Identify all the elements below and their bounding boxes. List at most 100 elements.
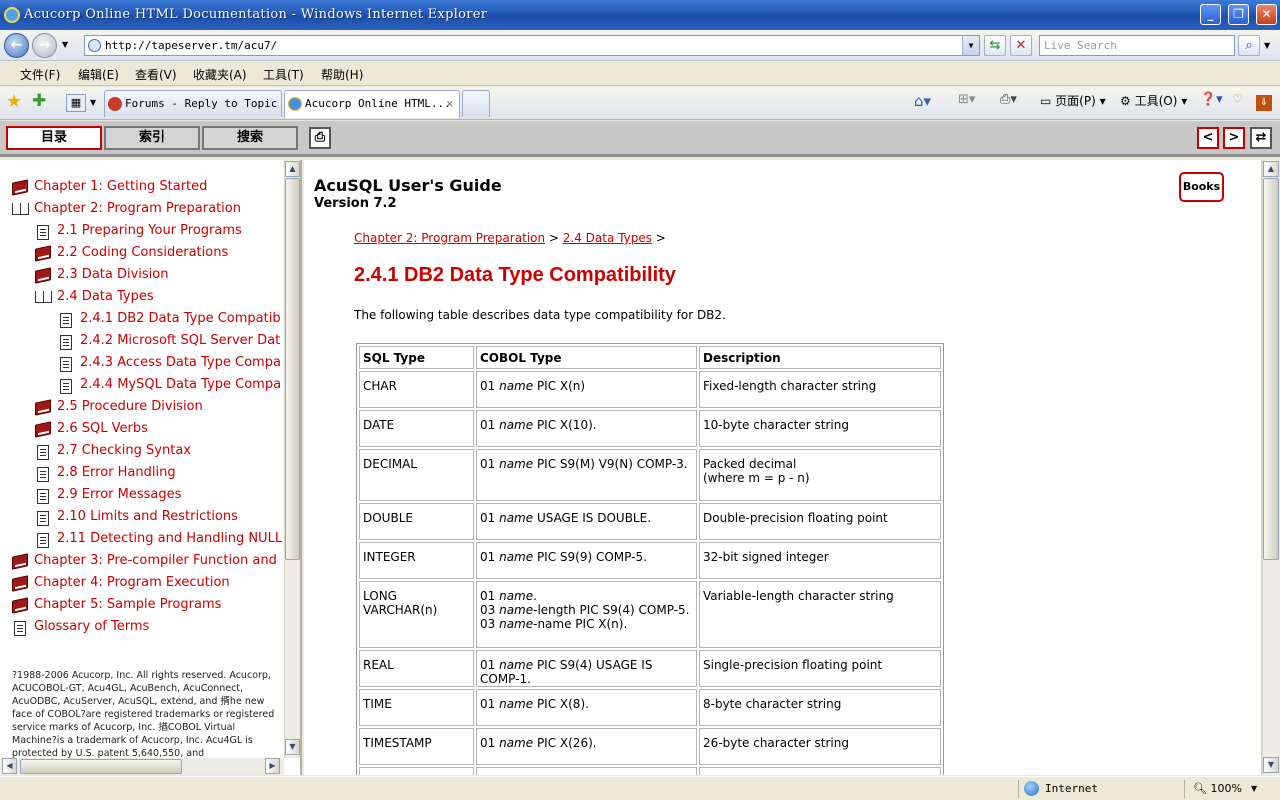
page-icon[interactable] xyxy=(37,445,49,460)
sync-toc-button[interactable]: ⇄ xyxy=(1250,127,1272,149)
page-menu[interactable]: ▭ 页面(P) ▾ xyxy=(1040,92,1106,109)
scroll-down-arrow-icon[interactable]: ▼ xyxy=(1263,757,1279,773)
toc-item[interactable]: Chapter 5: Sample Programs xyxy=(34,597,221,612)
menu-edit[interactable]: 编辑(E) xyxy=(78,66,119,83)
page-icon[interactable] xyxy=(60,313,72,328)
toc-item[interactable]: 2.3 Data Division xyxy=(57,267,168,282)
scroll-up-arrow-icon[interactable]: ▲ xyxy=(1263,161,1279,177)
address-dropdown-icon[interactable]: ▼ xyxy=(962,36,979,55)
page-icon[interactable] xyxy=(14,621,26,636)
toc-item[interactable]: 2.4.4 MySQL Data Type Compa xyxy=(80,377,281,392)
search-options-dropdown-icon[interactable]: ▼ xyxy=(1264,41,1270,50)
print-topic-button[interactable]: ⎙ xyxy=(309,127,331,149)
next-topic-button[interactable]: > xyxy=(1223,127,1245,149)
stop-button[interactable]: ✕ xyxy=(1010,35,1032,56)
toc-item[interactable]: 2.8 Error Handling xyxy=(57,465,176,480)
hscroll-thumb[interactable] xyxy=(20,759,182,774)
toc-item[interactable]: Chapter 1: Getting Started xyxy=(34,179,207,194)
menu-file[interactable]: 文件(F) xyxy=(20,66,60,83)
toc-item[interactable]: 2.4 Data Types xyxy=(57,289,154,304)
closed-book-icon[interactable] xyxy=(35,421,51,438)
closed-book-icon[interactable] xyxy=(12,575,28,592)
feeds-icon[interactable]: ⊞▾ xyxy=(958,92,975,107)
favorites-star-icon[interactable]: ★ xyxy=(6,91,22,112)
closed-book-icon[interactable] xyxy=(35,399,51,416)
minimize-button[interactable]: _ xyxy=(1200,4,1221,25)
toc-item[interactable]: 2.10 Limits and Restrictions xyxy=(57,509,238,524)
close-window-button[interactable]: ✕ xyxy=(1256,4,1277,25)
closed-book-icon[interactable] xyxy=(35,245,51,262)
menu-help[interactable]: 帮助(H) xyxy=(321,66,363,83)
tab-list-dropdown-icon[interactable]: ▼ xyxy=(90,98,96,107)
tools-menu[interactable]: ⚙ 工具(O) ▾ xyxy=(1120,92,1187,109)
toc-item[interactable]: Chapter 3: Pre-compiler Function and xyxy=(34,553,277,568)
forward-button[interactable]: → xyxy=(32,33,57,58)
zoom-level[interactable]: 🔍︎ 100% ▼ xyxy=(1184,780,1264,798)
scroll-right-arrow-icon[interactable]: ▶ xyxy=(265,758,280,774)
tab-acucorp[interactable]: Acucorp Online HTML... ✕ xyxy=(284,90,460,118)
tab-index[interactable]: 索引 xyxy=(104,126,200,150)
scroll-down-arrow-icon[interactable]: ▼ xyxy=(285,739,300,755)
back-button[interactable]: ← xyxy=(4,33,29,58)
scroll-up-arrow-icon[interactable]: ▲ xyxy=(285,161,300,177)
toc-item[interactable]: 2.6 SQL Verbs xyxy=(57,421,148,436)
toc-item[interactable]: 2.7 Checking Syntax xyxy=(57,443,191,458)
breadcrumb-link-data-types[interactable]: 2.4 Data Types xyxy=(563,231,652,245)
toc-item[interactable]: 2.1 Preparing Your Programs xyxy=(57,223,242,238)
toc-item[interactable]: 2.9 Error Messages xyxy=(57,487,181,502)
security-zone[interactable]: Internet xyxy=(1018,780,1178,798)
toc-item[interactable]: 2.11 Detecting and Handling NULL xyxy=(57,531,282,546)
page-icon[interactable] xyxy=(37,511,49,526)
addon-icon[interactable]: ⇓ xyxy=(1256,95,1272,111)
new-tab-button[interactable] xyxy=(462,90,490,117)
refresh-button[interactable]: ⇆ xyxy=(984,35,1006,56)
help-icon[interactable]: ❓▾ xyxy=(1200,92,1223,107)
zoom-dropdown-icon[interactable]: ▼ xyxy=(1251,780,1257,798)
close-tab-icon[interactable]: ✕ xyxy=(446,91,453,116)
research-icon[interactable]: ♡ xyxy=(1232,92,1243,106)
page-icon[interactable] xyxy=(60,379,72,394)
toc-item[interactable]: 2.4.3 Access Data Type Compa xyxy=(80,355,281,370)
page-icon[interactable] xyxy=(60,357,72,372)
scroll-left-arrow-icon[interactable]: ◀ xyxy=(2,758,17,774)
page-icon[interactable] xyxy=(37,467,49,482)
add-favorite-icon[interactable]: ✚ xyxy=(32,91,46,111)
open-book-icon[interactable] xyxy=(35,291,52,303)
scroll-thumb[interactable] xyxy=(285,178,300,560)
page-icon[interactable] xyxy=(37,533,49,548)
tab-contents[interactable]: 目录 xyxy=(6,126,102,150)
books-button[interactable]: Books xyxy=(1179,172,1224,202)
tab-search[interactable]: 搜索 xyxy=(202,126,298,150)
toc-item[interactable]: 2.5 Procedure Division xyxy=(57,399,203,414)
toc-item[interactable]: Chapter 4: Program Execution xyxy=(34,575,230,590)
page-icon[interactable] xyxy=(37,225,49,240)
search-icon[interactable]: ⌕ xyxy=(1238,35,1260,56)
tab-forums[interactable]: Forums - Reply to Topic xyxy=(104,90,282,117)
menu-favorites[interactable]: 收藏夹(A) xyxy=(193,66,247,83)
toc-item[interactable]: 2.4.2 Microsoft SQL Server Dat xyxy=(80,333,280,348)
search-input[interactable]: Live Search xyxy=(1039,35,1235,56)
menu-tools[interactable]: 工具(T) xyxy=(263,66,304,83)
toc-item[interactable]: 2.2 Coding Considerations xyxy=(57,245,228,260)
recent-pages-dropdown-icon[interactable]: ▼ xyxy=(62,40,68,49)
content-vertical-scrollbar[interactable]: ▲ ▼ xyxy=(1262,160,1280,775)
closed-book-icon[interactable] xyxy=(12,597,28,614)
closed-book-icon[interactable] xyxy=(35,267,51,284)
page-icon[interactable] xyxy=(37,489,49,504)
menu-view[interactable]: 查看(V) xyxy=(135,66,177,83)
closed-book-icon[interactable] xyxy=(12,179,28,196)
toc-item[interactable]: 2.4.1 DB2 Data Type Compatib xyxy=(80,311,281,326)
toc-item[interactable]: Chapter 2: Program Preparation xyxy=(34,201,241,216)
address-field[interactable]: http://tapeserver.tm/acu7/ ▼ xyxy=(84,35,980,56)
scroll-thumb[interactable] xyxy=(1263,178,1279,560)
closed-book-icon[interactable] xyxy=(12,553,28,570)
breadcrumb-link-chapter2[interactable]: Chapter 2: Program Preparation xyxy=(354,231,545,245)
toc-vertical-scrollbar[interactable]: ▲ ▼ xyxy=(284,160,300,758)
maximize-button[interactable]: ❐ xyxy=(1228,4,1249,25)
print-icon[interactable]: ⎙▾ xyxy=(1000,92,1017,107)
page-icon[interactable] xyxy=(60,335,72,350)
quick-tabs-icon[interactable]: ▦ xyxy=(66,94,86,112)
home-icon[interactable]: ⌂▾ xyxy=(914,92,931,110)
title-bar[interactable]: Acucorp Online HTML Documentation - Wind… xyxy=(0,0,1280,30)
toc-item[interactable]: Glossary of Terms xyxy=(34,619,149,634)
